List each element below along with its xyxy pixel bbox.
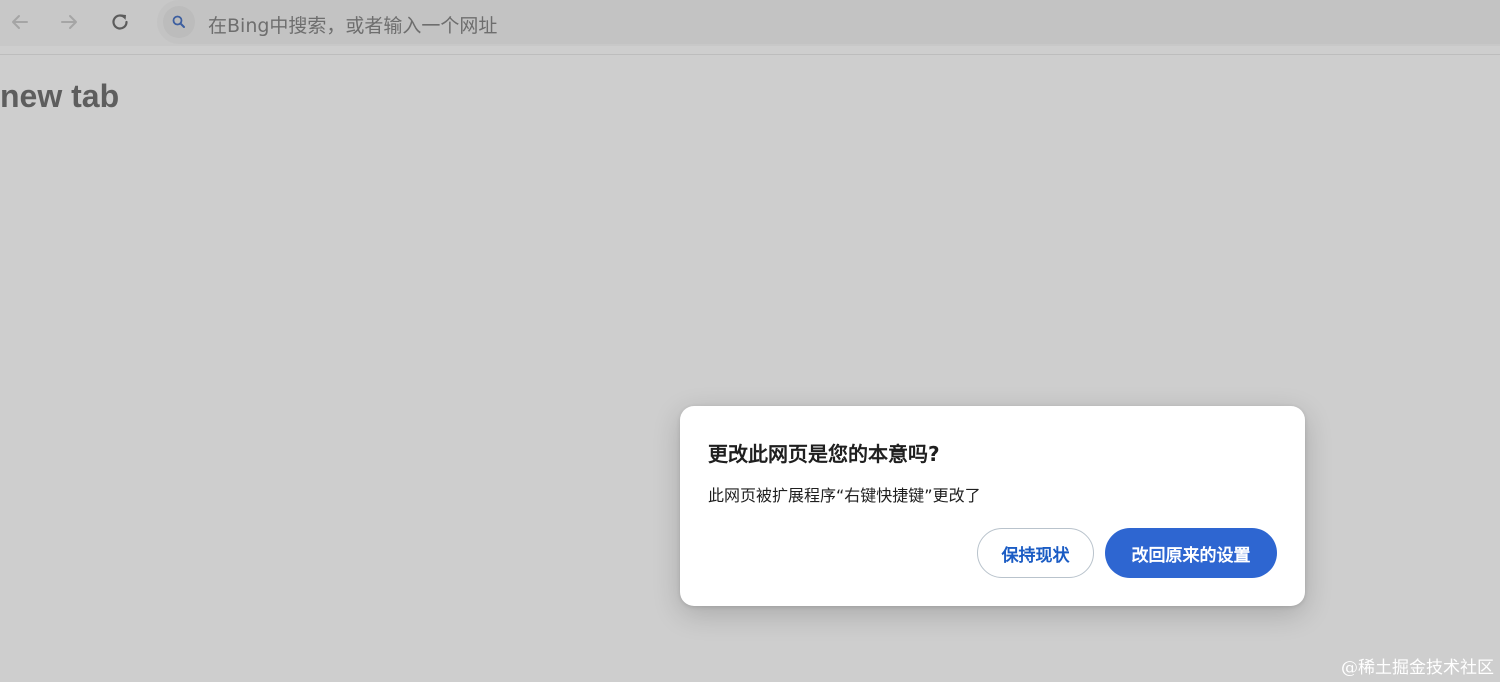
address-bar-placeholder: 在Bing中搜索，或者输入一个网址 xyxy=(208,15,498,37)
dialog-message: 此网页被扩展程序“右键快捷键”更改了 xyxy=(708,486,981,505)
reload-icon xyxy=(112,14,128,30)
back-button[interactable] xyxy=(6,8,34,36)
search-icon xyxy=(163,6,195,38)
watermark: @稀土掘金技术社区 xyxy=(1341,658,1494,678)
extension-change-dialog: 更改此网页是您的本意吗? 此网页被扩展程序“右键快捷键”更改了 保持现状 改回原… xyxy=(680,406,1305,606)
forward-button[interactable] xyxy=(55,8,83,36)
arrow-right-icon xyxy=(61,15,77,29)
toolbar-divider xyxy=(0,54,1500,55)
page-title: new tab xyxy=(0,78,120,114)
reload-button[interactable] xyxy=(106,8,134,36)
keep-changes-button[interactable]: 保持现状 xyxy=(977,528,1094,578)
dialog-title: 更改此网页是您的本意吗? xyxy=(708,442,940,466)
restore-settings-button[interactable]: 改回原来的设置 xyxy=(1105,528,1277,578)
arrow-left-icon xyxy=(12,15,28,29)
browser-toolbar: 在Bing中搜索，或者输入一个网址 xyxy=(0,0,1500,46)
address-bar[interactable]: 在Bing中搜索，或者输入一个网址 xyxy=(157,0,1500,44)
